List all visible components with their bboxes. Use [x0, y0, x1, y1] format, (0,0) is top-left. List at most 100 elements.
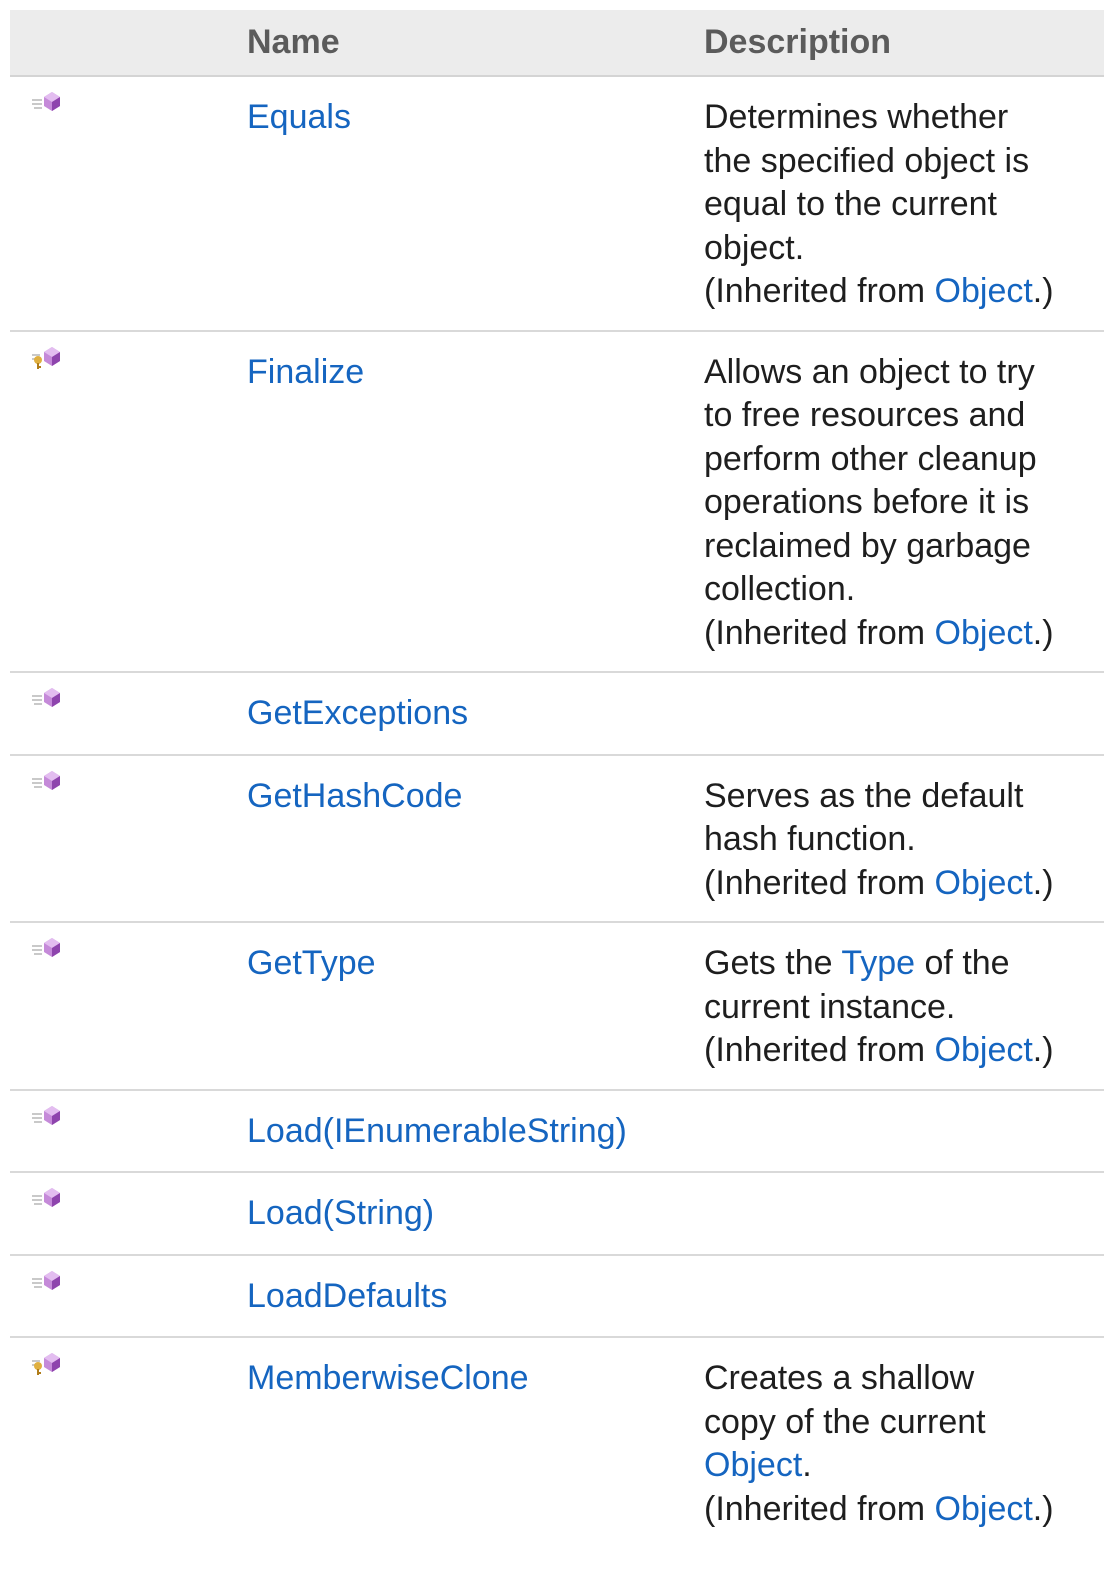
table-row: LoadDefaults — [10, 1254, 1104, 1338]
member-description-cell: Gets the Type of the current instance. (In… — [704, 922, 1104, 1091]
member-name-cell: GetExceptions — [247, 672, 704, 756]
description-line: the specified object is — [704, 141, 1030, 180]
member-description-cell: Allows an object to try to free resources… — [704, 330, 1104, 673]
table-row: Load(IEnumerableString) — [10, 1089, 1104, 1173]
public-method-icon — [30, 769, 247, 795]
inherited-from-line: (Inherited from Object.) — [704, 270, 1104, 314]
description-line: to free resources and — [704, 396, 1026, 434]
inherited-from-line: (Inherited from Object.) — [704, 1488, 1104, 1532]
inherited-prefix: (Inherited from — [704, 1489, 935, 1528]
member-icon-cell — [10, 1254, 247, 1338]
public-method-icon — [30, 90, 247, 116]
description-line: collection. — [704, 570, 856, 608]
description-line: Serves as the default — [704, 776, 1024, 815]
table-row: Finalize Allows an object to try to free r… — [10, 330, 1104, 673]
protected-method-icon — [30, 345, 247, 371]
inherited-suffix: .) — [1032, 1031, 1054, 1069]
member-name-cell: Finalize — [247, 330, 704, 673]
description-text: Gets the — [704, 944, 842, 982]
member-name-cell: MemberwiseClone — [247, 1337, 704, 1547]
inherited-suffix: .) — [1032, 863, 1054, 902]
member-name-cell: LoadDefaults — [247, 1254, 704, 1338]
description-line: copy of the current — [704, 1402, 986, 1441]
member-name-cell: Load(IEnumerableString) — [247, 1089, 704, 1173]
object-link[interactable]: Object — [704, 1446, 802, 1484]
member-name-link[interactable]: LoadDefaults — [247, 1277, 447, 1315]
member-icon-cell — [10, 1172, 247, 1256]
description-line: current instance. — [704, 987, 956, 1026]
table-row: GetType Gets the Type of the current insta… — [10, 922, 1104, 1091]
members-table: Name Description Equals Determines whethe… — [10, 10, 1104, 1547]
icon-column-header — [10, 10, 247, 77]
table-header-row: Name Description — [10, 10, 1104, 77]
member-name-cell: Load(String) — [247, 1172, 704, 1256]
inherited-from-line: (Inherited from Object.) — [704, 862, 1104, 906]
table-row: GetHashCode Serves as the default hash fun… — [10, 754, 1104, 923]
inherited-prefix: (Inherited from — [704, 863, 935, 902]
member-icon-cell — [10, 672, 247, 756]
description-line: operations before it is — [704, 483, 1030, 521]
member-name-link[interactable]: GetHashCode — [247, 777, 462, 815]
member-icon-cell — [10, 922, 247, 1091]
description-line: Determines whether — [704, 98, 1009, 136]
description-line: Creates a shallow — [704, 1359, 975, 1397]
member-name-link[interactable]: GetExceptions — [247, 694, 468, 732]
description-line: perform other cleanup — [704, 439, 1037, 478]
member-name-link[interactable]: Load(IEnumerableString) — [247, 1112, 627, 1150]
inherited-suffix: .) — [1032, 1489, 1054, 1528]
type-link[interactable]: Type — [841, 944, 915, 982]
inherited-from-link[interactable]: Object — [935, 1031, 1033, 1069]
name-column-header: Name — [247, 10, 704, 77]
public-method-icon — [30, 686, 247, 712]
inherited-prefix: (Inherited from — [704, 1031, 935, 1069]
member-icon-cell — [10, 754, 247, 923]
member-description-cell: Serves as the default hash function. (Inhe… — [704, 754, 1104, 923]
inherited-prefix: (Inherited from — [704, 272, 935, 310]
member-description-cell — [704, 1172, 1104, 1256]
inherited-from-link[interactable]: Object — [935, 614, 1033, 652]
description-line: equal to the current — [704, 185, 997, 223]
description-line: object. — [704, 228, 805, 267]
description-text: . — [802, 1446, 812, 1484]
description-line: hash function. — [704, 820, 916, 858]
member-description-cell — [704, 1089, 1104, 1173]
member-name-cell: GetType — [247, 922, 704, 1091]
member-description-cell: Determines whether the specified object i… — [704, 76, 1104, 332]
table-row: Equals Determines whether the specified ob… — [10, 76, 1104, 332]
public-method-icon — [30, 1186, 247, 1212]
public-method-icon — [30, 1269, 247, 1295]
protected-method-icon — [30, 1351, 247, 1377]
inherited-from-link[interactable]: Object — [935, 272, 1033, 310]
member-name-link[interactable]: Load(String) — [247, 1194, 434, 1232]
member-name-link[interactable]: Finalize — [247, 353, 364, 391]
member-name-cell: Equals — [247, 76, 704, 332]
table-row: GetExceptions — [10, 672, 1104, 756]
member-name-link[interactable]: MemberwiseClone — [247, 1359, 529, 1397]
description-line: reclaimed by garbage — [704, 526, 1031, 565]
member-icon-cell — [10, 1337, 247, 1547]
member-name-cell: GetHashCode — [247, 754, 704, 923]
member-icon-cell — [10, 1089, 247, 1173]
description-column-header: Description — [704, 10, 1104, 77]
description-line: Object. — [704, 1444, 1104, 1488]
member-description-cell — [704, 672, 1104, 756]
inherited-from-link[interactable]: Object — [935, 1490, 1033, 1528]
inherited-from-line: (Inherited from Object.) — [704, 1029, 1104, 1073]
member-name-link[interactable]: GetType — [247, 944, 376, 982]
inherited-from-line: (Inherited from Object.) — [704, 612, 1104, 656]
member-name-link[interactable]: Equals — [247, 98, 351, 136]
table-row: Load(String) — [10, 1172, 1104, 1256]
public-method-icon — [30, 1104, 247, 1130]
inherited-prefix: (Inherited from — [704, 613, 935, 652]
inherited-from-link[interactable]: Object — [935, 864, 1033, 902]
member-description-cell — [704, 1254, 1104, 1338]
inherited-suffix: .) — [1032, 613, 1054, 652]
description-line: Allows an object to try — [704, 352, 1035, 391]
member-description-cell: Creates a shallow copy of the current Obje… — [704, 1337, 1104, 1547]
table-row: MemberwiseClone Creates a shallow copy of … — [10, 1337, 1104, 1547]
member-icon-cell — [10, 76, 247, 332]
description-text: of the — [915, 944, 1010, 982]
inherited-suffix: .) — [1032, 272, 1054, 310]
member-icon-cell — [10, 330, 247, 673]
public-method-icon — [30, 936, 247, 962]
